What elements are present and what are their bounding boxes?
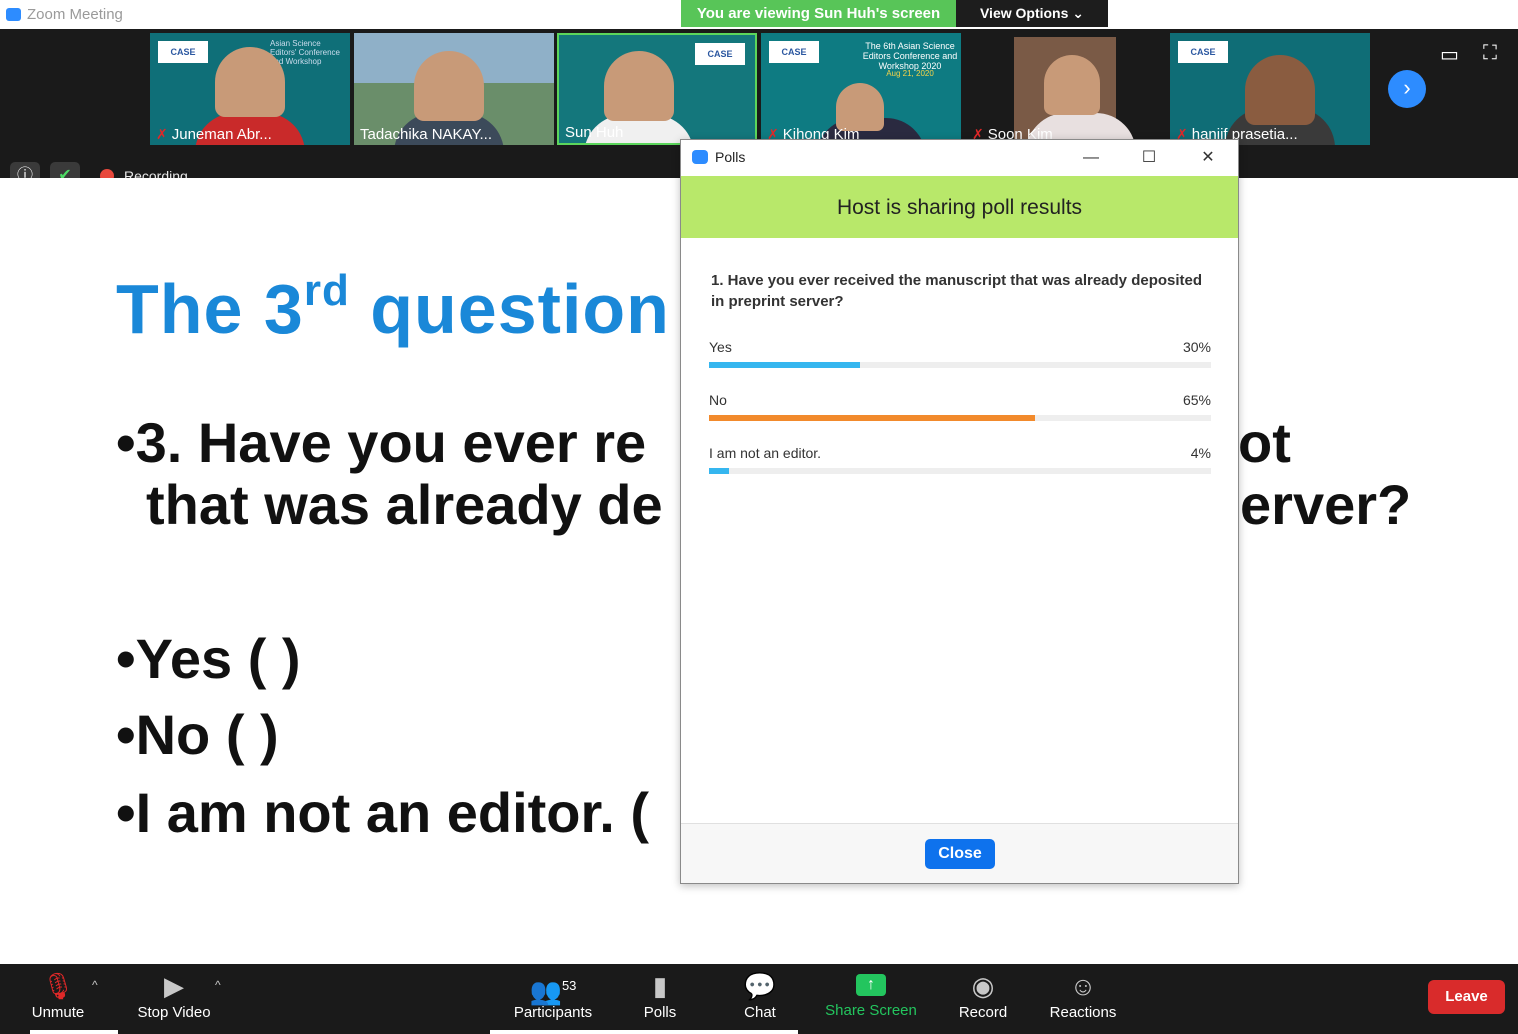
poll-bar-track bbox=[709, 468, 1211, 474]
poll-option-percent: 4% bbox=[1190, 445, 1211, 461]
participant-tile-4[interactable]: CASE The 6th Asian Science Editors Confe… bbox=[761, 33, 961, 145]
close-button[interactable]: Close bbox=[925, 839, 995, 869]
poll-option-label: Yes bbox=[709, 339, 732, 355]
chat-label: Chat bbox=[744, 1004, 776, 1021]
minimize-icon[interactable]: — bbox=[1074, 144, 1108, 172]
reactions-smiley-icon: ☺ bbox=[1069, 971, 1097, 1001]
participant-tile-6[interactable]: CASE ✗ haniif prasetia... bbox=[1170, 33, 1370, 145]
case-logo: CASE bbox=[695, 43, 745, 65]
chat-bubble-icon: 💬 bbox=[743, 971, 777, 1001]
slide-question-line1: •3. Have you ever re bbox=[116, 411, 647, 474]
taskbar-edge bbox=[30, 1030, 118, 1034]
case-logo: CASE bbox=[1178, 41, 1228, 63]
video-options-caret-icon[interactable]: ^ bbox=[215, 978, 221, 992]
close-icon[interactable]: ✕ bbox=[1191, 144, 1225, 172]
slide-title-main: The 3 bbox=[116, 270, 304, 348]
poll-option: I am not an editor. 4% bbox=[709, 445, 1211, 474]
slide-title: The 3rd question bbox=[116, 266, 670, 349]
reactions-label: Reactions bbox=[1049, 1004, 1117, 1021]
poll-bar-fill bbox=[709, 415, 1036, 421]
slide-bullet-yes: •Yes ( ) bbox=[116, 627, 301, 690]
slide-question-line1-end: ot bbox=[1238, 411, 1291, 474]
unmute-label: Unmute bbox=[31, 1004, 85, 1021]
tile-conference-text: The 6th Asian Science Editors Conference… bbox=[862, 41, 958, 71]
participants-button[interactable]: 👥53 Participants bbox=[508, 964, 598, 1034]
poll-question: 1. Have you ever received the manuscript… bbox=[711, 272, 1203, 310]
participant-name: Sun Huh bbox=[565, 124, 624, 141]
case-logo: CASE bbox=[769, 41, 819, 63]
participant-tile-2[interactable]: Tadachika NAKAY... bbox=[354, 33, 554, 145]
polls-titlebar: Polls — ☐ ✕ bbox=[681, 140, 1238, 176]
share-screen-button[interactable]: ↑ Share Screen bbox=[822, 964, 920, 1034]
poll-option-percent: 65% bbox=[1182, 392, 1211, 408]
case-logo: CASE bbox=[158, 41, 208, 63]
maximize-icon[interactable]: ☐ bbox=[1132, 144, 1166, 172]
next-page-arrow-icon[interactable]: › bbox=[1388, 70, 1426, 108]
leave-button[interactable]: Leave bbox=[1428, 980, 1505, 1014]
share-screen-label: Share Screen bbox=[825, 1002, 917, 1019]
participants-count: 53 bbox=[561, 978, 577, 993]
minimize-strip-icon[interactable]: ▭ bbox=[1440, 42, 1459, 67]
video-camera-icon: ▶ bbox=[164, 971, 184, 1001]
window-title: Zoom Meeting bbox=[27, 6, 123, 23]
mic-muted-icon: ✗ bbox=[156, 126, 168, 142]
polls-title: Polls bbox=[715, 149, 746, 165]
audio-options-caret-icon[interactable]: ^ bbox=[92, 978, 98, 992]
participant-name: Juneman Abr... bbox=[171, 126, 272, 143]
poll-option: No 65% bbox=[709, 392, 1211, 421]
poll-results-banner: Host is sharing poll results bbox=[681, 176, 1238, 238]
chat-button[interactable]: 💬 Chat bbox=[730, 964, 790, 1034]
record-label: Record bbox=[958, 1004, 1008, 1021]
slide-question-line2-end: erver? bbox=[1240, 473, 1412, 536]
poll-bar-track bbox=[709, 415, 1211, 421]
participants-icon: 👥53 bbox=[529, 976, 577, 1006]
share-screen-arrow-icon: ↑ bbox=[856, 974, 886, 996]
participant-name: Tadachika NAKAY... bbox=[360, 126, 493, 143]
poll-bar-fill bbox=[709, 468, 730, 474]
taskbar-edge bbox=[490, 1030, 798, 1034]
polls-button[interactable]: ▮ Polls bbox=[630, 964, 690, 1034]
unmute-button[interactable]: 🎙 Unmute bbox=[22, 964, 94, 1034]
slide-title-sup: rd bbox=[303, 266, 350, 315]
record-icon: ◉ bbox=[971, 971, 995, 1001]
slide-bullet-no: •No ( ) bbox=[116, 703, 279, 766]
viewing-screen-banner: You are viewing Sun Huh's screen bbox=[681, 0, 956, 27]
fullscreen-icon[interactable]: ⛶ bbox=[1483, 42, 1497, 65]
polls-footer: Close bbox=[681, 823, 1238, 883]
zoom-app-icon bbox=[6, 8, 21, 21]
poll-bar-track bbox=[709, 362, 1211, 368]
tile-conference-text: Asian Science Editors' Conference and Wo… bbox=[270, 39, 341, 66]
poll-option-percent: 30% bbox=[1182, 339, 1211, 355]
participant-tile-1[interactable]: CASE Asian Science Editors' Conference a… bbox=[150, 33, 350, 145]
poll-option: Yes 30% bbox=[709, 339, 1211, 368]
polls-dialog: Polls — ☐ ✕ Host is sharing poll results… bbox=[680, 139, 1239, 884]
stop-video-label: Stop Video bbox=[137, 1004, 211, 1021]
poll-bar-fill bbox=[709, 362, 860, 368]
view-options-button[interactable]: View Options ⌄ bbox=[956, 0, 1108, 27]
stop-video-button[interactable]: ▶ Stop Video bbox=[130, 964, 218, 1034]
slide-bullet-not-editor: •I am not an editor. ( bbox=[116, 781, 649, 844]
poll-option-label: No bbox=[709, 392, 727, 408]
participant-tile-3[interactable]: CASE Sun Huh bbox=[557, 33, 757, 145]
polls-bar-icon: ▮ bbox=[652, 971, 668, 1001]
slide-title-rest: question bbox=[349, 270, 670, 348]
mic-muted-icon: 🎙 bbox=[41, 971, 75, 1001]
participants-label: Participants bbox=[513, 1004, 593, 1021]
tile-conference-date: Aug 21, 2020 bbox=[886, 69, 934, 78]
slide-question-line2: that was already de bbox=[146, 473, 663, 536]
reactions-button[interactable]: ☺ Reactions bbox=[1046, 964, 1120, 1034]
polls-label: Polls bbox=[643, 1004, 677, 1021]
record-button[interactable]: ◉ Record bbox=[950, 964, 1016, 1034]
zoom-polls-icon bbox=[692, 150, 708, 164]
meeting-toolbar: 🎙 Unmute ^ ▶ Stop Video ^ 👥53 Participan… bbox=[0, 964, 1518, 1034]
poll-option-label: I am not an editor. bbox=[709, 445, 822, 461]
participant-tile-5[interactable]: ✗ Soon Kim bbox=[966, 33, 1166, 145]
